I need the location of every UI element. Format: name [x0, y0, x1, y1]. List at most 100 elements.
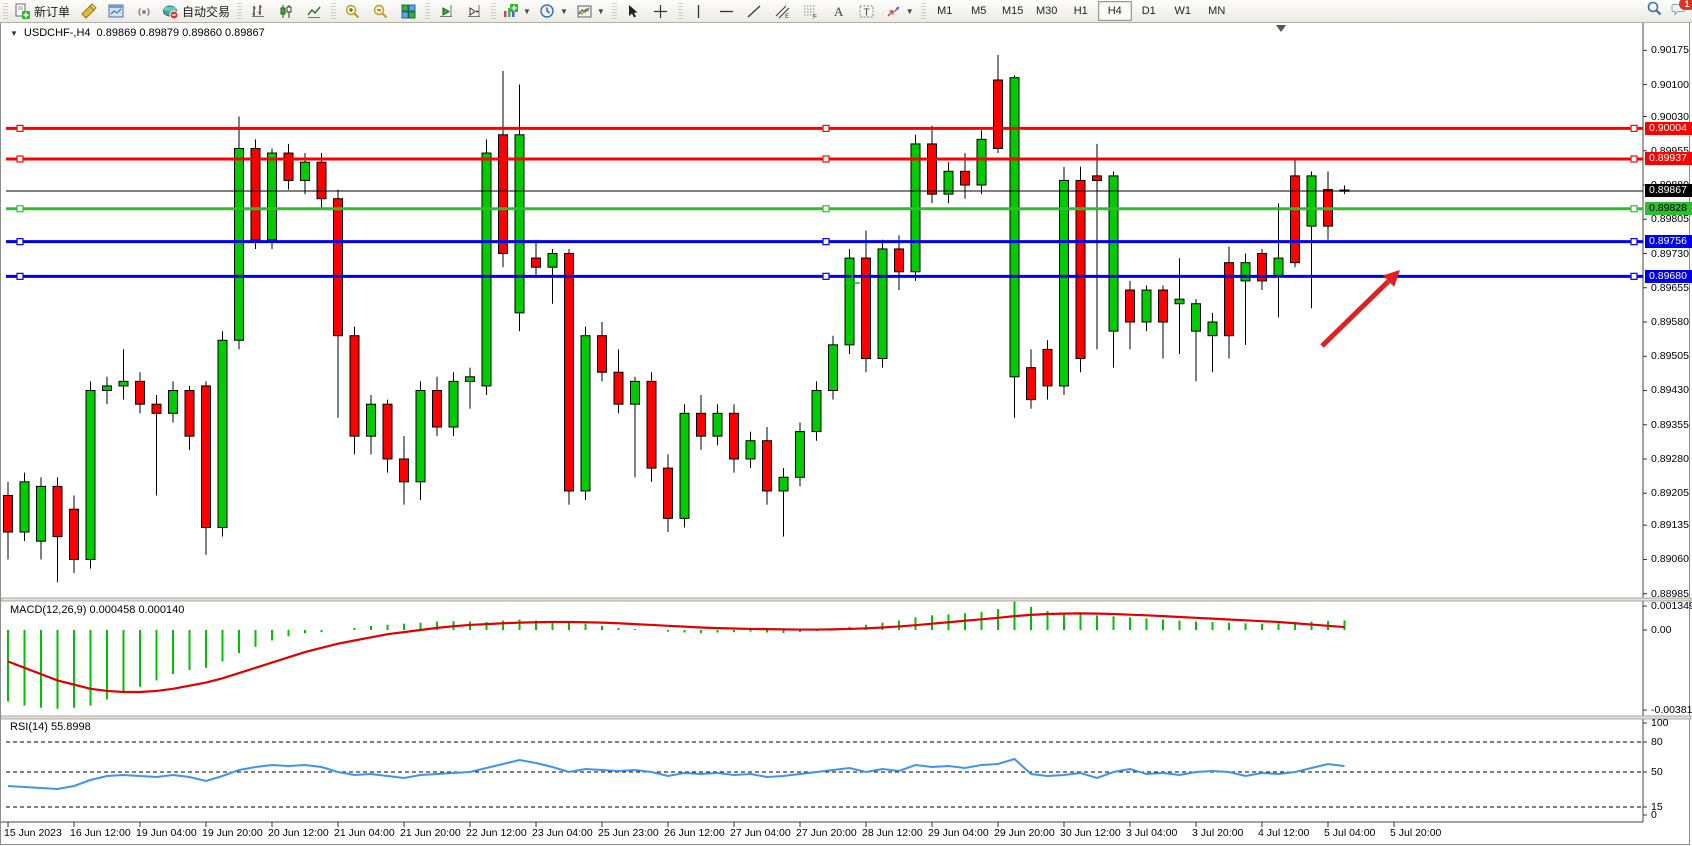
candle — [152, 404, 161, 413]
equidistant-channel-button[interactable]: E — [769, 0, 797, 22]
templates-button[interactable]: ▼ — [572, 0, 609, 22]
zoom-in-button[interactable] — [338, 0, 366, 22]
timeframe-m30[interactable]: M30 — [1030, 1, 1064, 21]
line-handle[interactable] — [17, 239, 23, 245]
line-handle[interactable] — [823, 239, 829, 245]
timeframe-h4[interactable]: H4 — [1098, 1, 1132, 21]
line-handle[interactable] — [1631, 239, 1637, 245]
line-handle[interactable] — [17, 156, 23, 162]
candle — [829, 345, 838, 391]
line-handle[interactable] — [823, 273, 829, 279]
chevron-down-icon[interactable]: ▼ — [906, 7, 914, 16]
autotrading-button[interactable]: 自动交易 — [158, 0, 234, 22]
candle — [1291, 176, 1300, 263]
timeframe-m5[interactable]: M5 — [962, 1, 996, 21]
pane-separator[interactable] — [1, 716, 1691, 719]
styler-button[interactable] — [74, 0, 102, 22]
price-tick: 0.90030 — [1651, 111, 1689, 123]
search-button[interactable] — [1646, 0, 1663, 22]
chart-canvas[interactable] — [0, 0, 1692, 846]
toolbar-group — [422, 0, 488, 22]
candle — [1043, 349, 1052, 386]
candlestick-button[interactable] — [272, 0, 300, 22]
macd-value: 0.000458 — [89, 604, 135, 616]
line-handle[interactable] — [1631, 206, 1637, 212]
chevron-down-icon[interactable]: ▼ — [523, 7, 531, 16]
line-handle[interactable] — [823, 156, 829, 162]
text-button[interactable]: A — [825, 0, 853, 22]
toolbar-right: 1 — [1646, 0, 1688, 22]
date-label: 29 Jun 04:00 — [928, 827, 989, 839]
timeframe-mn[interactable]: MN — [1200, 1, 1234, 21]
line-handle[interactable] — [823, 125, 829, 131]
toolbar: 新订单 自动交易 ▼ ▼ ▼ EFAT ▼ M1M5M15M30H1H4D1W1MN 1 — [0, 0, 1692, 23]
auto-scroll-button[interactable] — [432, 0, 460, 22]
date-label: 25 Jun 23:00 — [598, 827, 659, 839]
trendline-button[interactable] — [741, 0, 769, 22]
line-handle[interactable] — [1631, 156, 1637, 162]
open-charts-button[interactable] — [102, 0, 130, 22]
timeframe-w1[interactable]: W1 — [1166, 1, 1200, 21]
zoom-out-button[interactable] — [366, 0, 394, 22]
chart-ohlc-quotes: 0.89869 0.89879 0.89860 0.89867 — [97, 27, 265, 39]
trend-arrow[interactable] — [1322, 281, 1389, 346]
candle — [779, 477, 788, 491]
date-label: 5 Jul 04:00 — [1324, 827, 1375, 839]
crosshair-button[interactable] — [647, 0, 675, 22]
price-tick: 0.89135 — [1651, 519, 1689, 531]
chart-shift-marker[interactable] — [1276, 25, 1286, 32]
macd-tick: 0.001349 — [1651, 600, 1692, 612]
candle — [301, 162, 310, 180]
date-label: 3 Jul 04:00 — [1126, 827, 1177, 839]
new-order-button[interactable]: 新订单 — [10, 0, 74, 22]
candle — [532, 258, 541, 267]
fibonacci-button[interactable]: F — [797, 0, 825, 22]
toolbar-group — [609, 0, 675, 22]
date-label: 16 Jun 12:00 — [70, 827, 131, 839]
chevron-down-icon[interactable]: ▼ — [597, 7, 605, 16]
candle — [433, 390, 442, 427]
rsi-name: RSI(14) — [10, 721, 48, 733]
chevron-down-icon[interactable]: ▼ — [560, 7, 568, 16]
timeframe-d1[interactable]: D1 — [1132, 1, 1166, 21]
line-handle[interactable] — [17, 125, 23, 131]
tile-windows-button[interactable] — [394, 0, 422, 22]
horizontal-line-button[interactable] — [713, 0, 741, 22]
timeframe-m15[interactable]: M15 — [996, 1, 1030, 21]
date-label: 3 Jul 20:00 — [1192, 827, 1243, 839]
chart-shift-button[interactable] — [460, 0, 488, 22]
vertical-line-button[interactable] — [685, 0, 713, 22]
toolbar-grip — [237, 3, 242, 19]
candle — [466, 377, 475, 382]
chat-button[interactable]: 1 — [1671, 0, 1688, 22]
line-handle[interactable] — [823, 206, 829, 212]
timeframe-h1[interactable]: H1 — [1064, 1, 1098, 21]
signals-button[interactable] — [130, 0, 158, 22]
line-handle[interactable] — [1631, 125, 1637, 131]
line-handle[interactable] — [17, 273, 23, 279]
candle — [284, 153, 293, 180]
arrows-button[interactable]: ▼ — [881, 0, 918, 22]
pane-separator[interactable] — [1, 598, 1691, 601]
rsi-tick: 50 — [1651, 766, 1663, 778]
line-handle[interactable] — [17, 206, 23, 212]
timeframe-m1[interactable]: M1 — [928, 1, 962, 21]
chevron-down-icon[interactable]: ▼ — [10, 29, 18, 38]
indicators-button[interactable]: ▼ — [498, 0, 535, 22]
bar-chart-button[interactable] — [244, 0, 272, 22]
candle — [317, 162, 326, 199]
toolbar-grip — [612, 3, 617, 19]
text-icon: A — [830, 3, 847, 20]
timeframe-toolbar: M1M5M15M30H1H4D1W1MN — [918, 0, 1234, 22]
label-button[interactable]: T — [853, 0, 881, 22]
candle — [961, 171, 970, 185]
line-chart-button[interactable] — [300, 0, 328, 22]
cursor-button[interactable] — [619, 0, 647, 22]
periods-button[interactable]: ▼ — [535, 0, 572, 22]
toolbar-group — [234, 0, 328, 22]
candle — [119, 381, 128, 386]
candle — [581, 336, 590, 491]
date-label: 22 Jun 12:00 — [466, 827, 527, 839]
line-handle[interactable] — [1631, 273, 1637, 279]
chart-shift-icon — [466, 3, 483, 20]
